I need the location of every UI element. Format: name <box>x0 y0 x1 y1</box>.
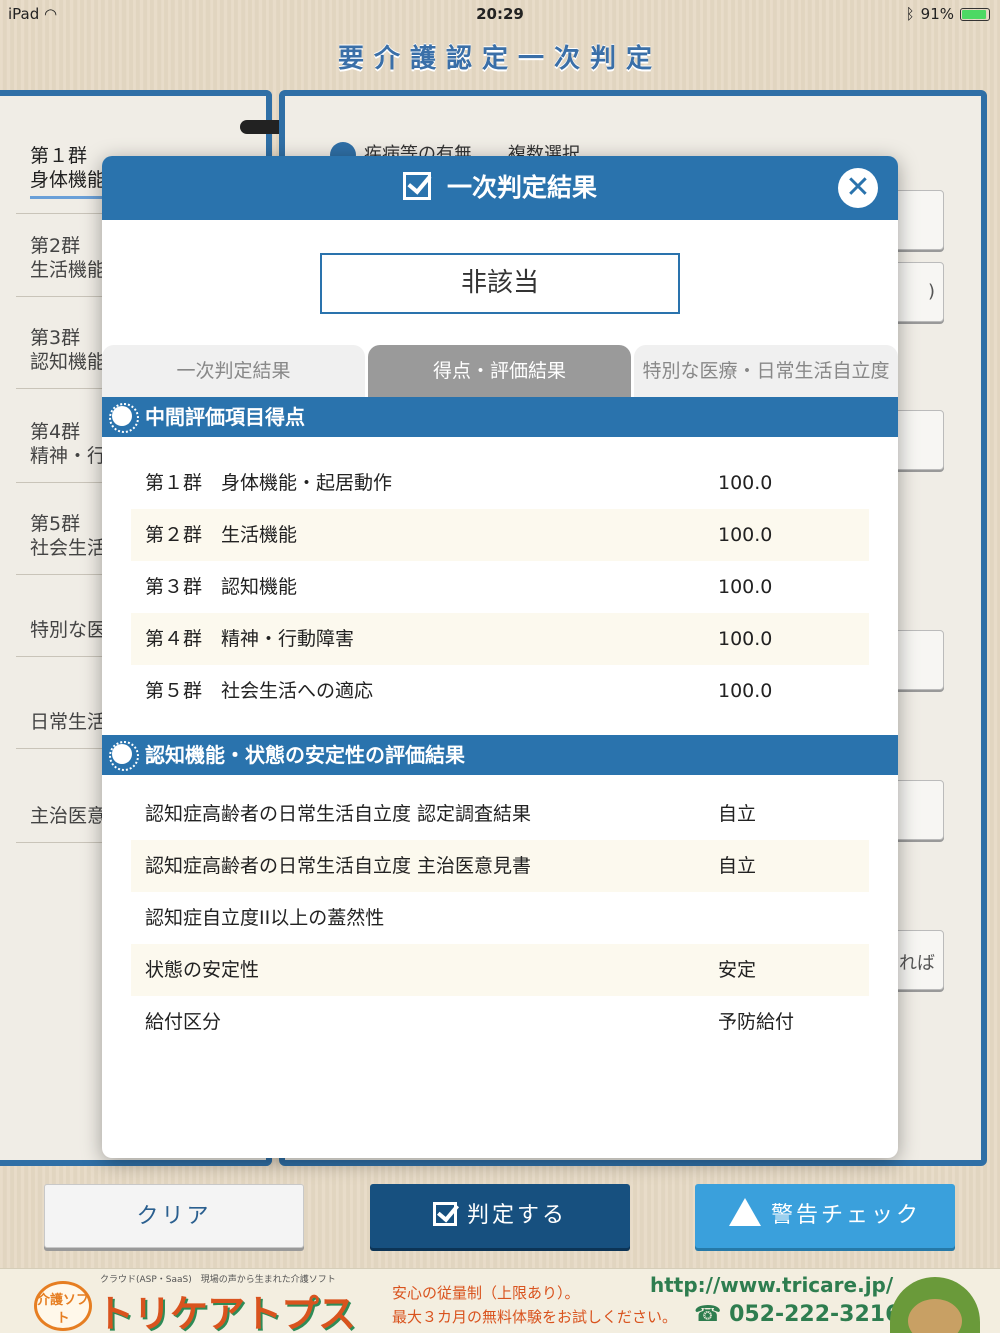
banner-cta: 安心の従量制（上限あり）。 最大３カ月の無料体験をお試しください。 <box>392 1284 678 1326</box>
clock: 20:29 <box>476 5 524 23</box>
tab-score-evaluation[interactable]: 得点・評価結果 <box>368 345 631 397</box>
sidebar-item-label: 第5群 社会生活 <box>30 513 107 559</box>
result-value: 非該当 <box>320 253 680 314</box>
sidebar-item-label: 日常生活 <box>30 711 107 733</box>
sidebar-item-label: 第2群 生活機能 <box>30 235 107 281</box>
battery-percent: 91% <box>920 5 954 23</box>
bluetooth-icon: ᛒ <box>905 5 915 23</box>
table-row: 状態の安定性 安定 <box>131 944 869 996</box>
table-row: 給付区分 予防給付 <box>145 1011 795 1033</box>
warning-check-button[interactable]: 警告チェック <box>695 1184 955 1248</box>
tab-special-medical[interactable]: 特別な医療・日常生活自立度 <box>634 345 898 397</box>
modal-title: 一次判定結果 <box>446 173 597 202</box>
section-icon <box>109 403 139 433</box>
modal-header: 一次判定結果 ✕ <box>102 156 898 220</box>
sidebar-item-label: 第１群 身体機能 <box>30 145 107 191</box>
tab-primary-result[interactable]: 一次判定結果 <box>102 345 365 397</box>
sidebar-item-label: 主治医意 <box>30 805 107 827</box>
table-row: 認知症高齢者の日常生活自立度 認定調査結果 自立 <box>145 803 757 825</box>
table-row: 第５群 社会生活への適応 100.0 <box>145 680 773 702</box>
table-row: 第４群 精神・行動障害 100.0 <box>131 613 869 665</box>
status-bar: iPad ◠ 20:29 ᛒ 91% <box>0 0 1000 28</box>
mascot-icon <box>890 1277 980 1333</box>
banner-phone[interactable]: ☎ 052-222-3216 <box>694 1302 900 1327</box>
sidebar-item-label: 第4群 精神・行 <box>30 421 107 467</box>
close-button[interactable]: ✕ <box>838 168 878 208</box>
section-header-cognitive: 認知機能・状態の安定性の評価結果 <box>102 735 898 775</box>
checkbox-icon <box>402 172 431 200</box>
banner-url[interactable]: http://www.tricare.jp/ <box>650 1273 893 1297</box>
section-icon <box>109 741 139 771</box>
brand-logo: トリケアトプス <box>96 1292 356 1333</box>
close-icon: ✕ <box>845 170 871 205</box>
table-row: 認知症高齢者の日常生活自立度 主治医意見書 自立 <box>131 840 869 892</box>
sidebar-item-label: 第3群 認知機能 <box>30 327 107 373</box>
section-header-scores: 中間評価項目得点 <box>102 397 898 437</box>
logo-badge: 介護ソフト <box>34 1281 92 1331</box>
ad-banner[interactable]: クラウド(ASP・SaaS) 現場の声から生まれた介護ソフト 介護ソフト トリケ… <box>0 1268 1000 1333</box>
table-row: 第２群 生活機能 100.0 <box>131 509 869 561</box>
warning-icon <box>728 1198 761 1226</box>
tab-bar: 一次判定結果 得点・評価結果 特別な医療・日常生活自立度 <box>102 345 898 397</box>
checkbox-icon <box>432 1202 457 1226</box>
status-right: ᛒ 91% <box>906 5 990 23</box>
table-row: 第３群 認知機能 100.0 <box>145 576 773 598</box>
battery-icon <box>960 7 990 21</box>
judge-button[interactable]: 判定する <box>370 1184 630 1248</box>
result-modal: 一次判定結果 ✕ 非該当 一次判定結果 得点・評価結果 特別な医療・日常生活自立… <box>102 156 898 1158</box>
clear-button[interactable]: クリア <box>44 1184 304 1248</box>
table-row: 第１群 身体機能・起居動作 100.0 <box>145 472 773 494</box>
app-title: 要介護認定一次判定 <box>337 44 662 74</box>
sidebar-item-label: 特別な医 <box>30 619 107 641</box>
table-row: 認知症自立度II以上の蓋然性 <box>145 907 385 929</box>
